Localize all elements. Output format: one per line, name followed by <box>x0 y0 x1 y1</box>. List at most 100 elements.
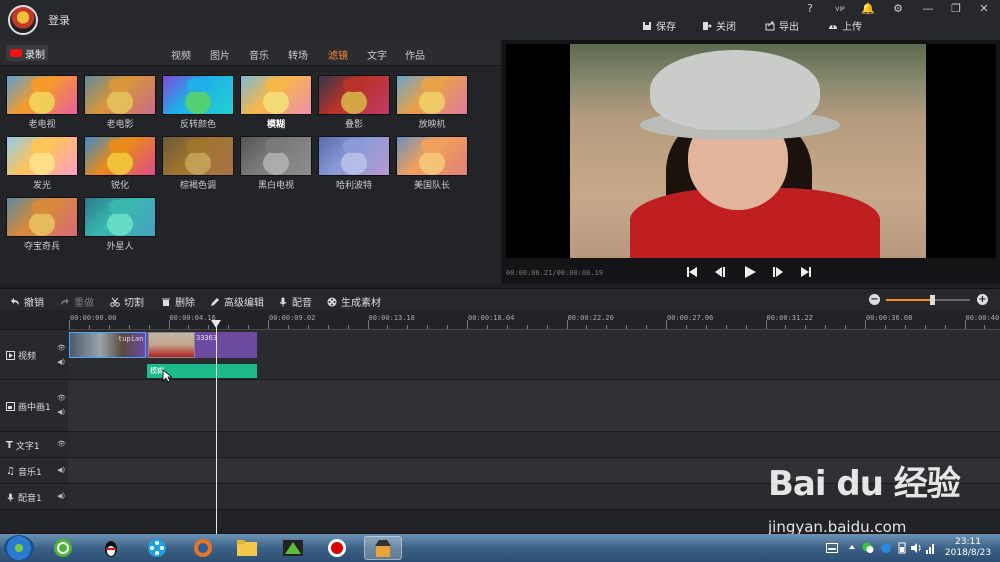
eye-icon[interactable]: 👁 <box>57 394 66 402</box>
pencil-icon <box>211 297 219 306</box>
generate-material-button[interactable]: 生成素材 <box>327 294 381 309</box>
filter-item[interactable]: 放映机 <box>396 75 468 130</box>
ruler-tick <box>984 325 986 329</box>
tab-image[interactable]: 图片 <box>210 47 230 62</box>
filter-item[interactable]: 老电视 <box>6 75 78 130</box>
undo-button[interactable]: 撤销 <box>10 294 44 309</box>
timeline-ruler[interactable]: 00:00:00.00 00:00:04.16 00:00:09.02 00:00:1… <box>68 310 1000 330</box>
filter-thumbnail <box>318 136 390 176</box>
playhead-handle[interactable] <box>211 320 221 328</box>
network-icon[interactable] <box>926 542 936 554</box>
ruler-tick <box>606 325 608 329</box>
tab-transition[interactable]: 转场 <box>288 47 308 62</box>
save-button[interactable]: 保存 <box>642 18 676 33</box>
next-frame-button[interactable] <box>770 264 786 280</box>
upload-label: 上传 <box>842 22 862 33</box>
ruler-tick <box>745 325 747 329</box>
advanced-edit-button[interactable]: 高级编辑 <box>210 294 264 309</box>
filter-item[interactable]: 美国队长 <box>396 136 468 191</box>
ruler-tick <box>486 325 488 329</box>
zoom-slider[interactable] <box>886 295 970 305</box>
speaker-icon[interactable]: ◀) <box>57 492 65 500</box>
record-button[interactable]: 录制 <box>6 45 48 61</box>
taskbar-app-explorer[interactable] <box>228 536 266 560</box>
close-project-button[interactable]: 关闭 <box>702 18 736 33</box>
play-button[interactable] <box>742 264 758 280</box>
filter-item[interactable]: 棕褐色调 <box>162 136 234 191</box>
ruler-tick <box>725 325 727 329</box>
tray-app-icon[interactable] <box>880 542 892 554</box>
maximize-icon[interactable]: ❐ <box>946 2 966 15</box>
eye-icon[interactable]: 👁 <box>57 344 66 352</box>
zoom-in-button[interactable]: + <box>977 294 988 305</box>
skip-to-start-button[interactable] <box>684 264 700 280</box>
track-text[interactable] <box>68 432 1000 458</box>
tab-filter[interactable]: 滤镜 <box>328 47 348 69</box>
battery-icon[interactable] <box>898 542 906 554</box>
filter-item[interactable]: 模糊 <box>240 75 312 130</box>
start-button[interactable] <box>4 535 34 561</box>
zoom-slider-handle[interactable] <box>930 295 936 305</box>
taskbar-app-firefox[interactable] <box>184 536 222 560</box>
track-pip[interactable] <box>68 380 1000 432</box>
windows-taskbar: 23:11 2018/8/23 <box>0 534 1000 562</box>
taskbar-app-video-editor[interactable] <box>364 536 402 560</box>
filter-thumbnail <box>396 75 468 115</box>
zoom-out-button[interactable]: − <box>869 294 880 305</box>
filter-item[interactable]: 夺宝奇兵 <box>6 197 78 252</box>
video-clip-1[interactable]: tupian <box>69 332 146 358</box>
tab-text[interactable]: 文字 <box>367 47 387 62</box>
filter-item[interactable]: 发光 <box>6 136 78 191</box>
wechat-icon[interactable] <box>862 542 874 554</box>
skip-to-end-button[interactable] <box>798 264 814 280</box>
filter-item[interactable]: 锐化 <box>84 136 156 191</box>
filter-thumbnail <box>162 136 234 176</box>
speaker-icon[interactable]: ◀) <box>57 358 65 366</box>
tab-works[interactable]: 作品 <box>405 47 425 62</box>
filter-item[interactable]: 哈利波特 <box>318 136 390 191</box>
gear-icon[interactable]: ⚙ <box>888 2 908 15</box>
taskbar-app-qq[interactable] <box>92 536 130 560</box>
filter-item[interactable]: 反转颜色 <box>162 75 234 130</box>
upload-button[interactable]: 上传 <box>828 18 862 33</box>
video-player[interactable] <box>506 44 996 258</box>
filter-item[interactable]: 外星人 <box>84 197 156 252</box>
preview-time-display: 00:00:06.21/00:00:08.19 <box>506 269 603 277</box>
speaker-icon[interactable]: ◀) <box>57 408 65 416</box>
taskbar-app-editor[interactable] <box>274 536 312 560</box>
filter-item[interactable]: 老电影 <box>84 75 156 130</box>
filter-label: 外星人 <box>106 242 134 252</box>
tab-video[interactable]: 视频 <box>171 47 191 62</box>
redo-button[interactable]: 重做 <box>60 294 94 309</box>
ruler-tick-label: 00:00:22.20 <box>567 314 614 322</box>
tray-expand-icon[interactable] <box>848 543 856 551</box>
taskbar-app-recorder[interactable] <box>318 536 356 560</box>
keyboard-icon[interactable] <box>826 543 838 553</box>
dub-button[interactable]: 配音 <box>278 294 312 309</box>
previous-frame-button[interactable] <box>712 264 728 280</box>
volume-icon[interactable] <box>910 542 922 554</box>
delete-button[interactable]: 删除 <box>161 294 195 309</box>
ruler-tick <box>327 325 329 329</box>
filter-item[interactable]: 叠影 <box>318 75 390 130</box>
bell-icon[interactable]: 🔔 <box>858 2 878 15</box>
vip-icon[interactable]: VIP <box>830 6 850 13</box>
tab-music[interactable]: 音乐 <box>249 47 269 62</box>
video-clip-2[interactable] <box>148 332 195 358</box>
baidu-watermark: Bai du 经验 jingyan.baidu.com <box>768 456 961 536</box>
filter-item[interactable]: 黑白电视 <box>240 136 312 191</box>
tray-clock[interactable]: 23:11 2018/8/23 <box>940 537 996 559</box>
playhead[interactable] <box>216 320 217 534</box>
speaker-icon[interactable]: ◀) <box>57 466 65 474</box>
eye-icon[interactable]: 👁 <box>57 440 66 448</box>
ruler-tick <box>785 325 787 329</box>
cut-button[interactable]: 切割 <box>110 294 144 309</box>
login-link[interactable]: 登录 <box>48 12 70 28</box>
minimize-icon[interactable]: — <box>918 2 938 15</box>
help-icon[interactable]: ? <box>800 2 820 15</box>
film-reel-icon <box>148 539 166 557</box>
taskbar-app-1[interactable] <box>44 536 82 560</box>
taskbar-app-media[interactable] <box>138 536 176 560</box>
export-button[interactable]: 导出 <box>765 18 799 33</box>
close-window-icon[interactable]: ✕ <box>974 2 994 15</box>
